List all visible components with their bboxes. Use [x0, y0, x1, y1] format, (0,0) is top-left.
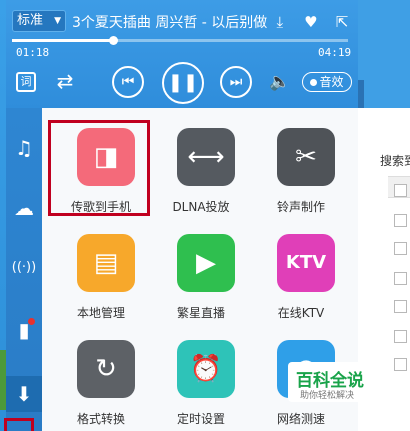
repeat-icon[interactable]: ⇄ — [52, 68, 78, 94]
annotation-highlight-box — [48, 120, 150, 216]
tool-local-manage[interactable]: ▤ 本地管理 — [52, 220, 150, 320]
previous-icon[interactable]: ⏮ — [112, 66, 144, 98]
pause-icon[interactable]: ❚❚ — [162, 62, 204, 104]
scissors-icon: ✂ — [277, 128, 335, 186]
player-header: 标准 ▼ 3个夏天插曲 周兴哲 - 以后别做 ⤓ ♥ ⇱ 01:18 04:19… — [6, 0, 358, 108]
folder-icon: ▤ — [77, 234, 135, 292]
row-checkbox[interactable] — [394, 330, 407, 343]
download-icon[interactable]: ⬇ — [6, 376, 42, 412]
progress-knob[interactable] — [108, 36, 118, 45]
device-icon[interactable]: ▮ — [6, 312, 42, 348]
quality-selector[interactable]: 标准 ▼ — [12, 10, 66, 32]
tool-format-convert[interactable]: ↻ 格式转换 — [52, 326, 150, 426]
sidebar: ♫ ☁ ((·)) ▮ ⬇ — [6, 108, 42, 431]
chevron-down-icon: ▼ — [54, 16, 61, 26]
row-checkbox[interactable] — [394, 214, 407, 227]
watermark-logo: 百科全说 助你轻松解决 — [288, 362, 388, 402]
live-play-icon: ▶ — [177, 234, 235, 292]
row-checkbox[interactable] — [394, 272, 407, 285]
notification-dot — [28, 318, 35, 325]
time-total: 04:19 — [318, 46, 352, 59]
row-checkbox[interactable] — [394, 358, 407, 371]
time-current: 01:18 — [16, 46, 50, 59]
download-song-icon[interactable]: ⤓ — [270, 13, 290, 33]
alarm-icon: ⏰ — [177, 340, 235, 398]
ktv-icon: KTV — [277, 234, 335, 292]
tool-ringtone[interactable]: ✂ 铃声制作 — [252, 114, 350, 214]
tool-timer[interactable]: ⏰ 定时设置 — [152, 326, 250, 426]
row-checkbox[interactable] — [394, 242, 407, 255]
tool-live[interactable]: ▶ 繁星直播 — [152, 220, 250, 320]
tool-dlna[interactable]: ⟷ DLNA投放 — [152, 114, 250, 214]
next-icon[interactable]: ⏭ — [220, 66, 252, 98]
share-icon[interactable]: ⇱ — [332, 13, 352, 33]
row-checkbox[interactable] — [394, 300, 407, 313]
radio-icon[interactable]: ((·)) — [6, 250, 42, 286]
progress-fill — [12, 39, 113, 42]
dlna-icon: ⟷ — [177, 128, 235, 186]
song-actions: ⤓ ♥ ⇱ — [264, 12, 352, 33]
quality-label: 标准 — [17, 13, 44, 28]
player-topbar: 标准 ▼ 3个夏天插曲 周兴哲 - 以后别做 ⤓ ♥ ⇱ — [12, 10, 352, 34]
tool-ktv[interactable]: KTV 在线KTV — [252, 220, 350, 320]
sound-effect-button[interactable]: 音效 — [302, 72, 352, 92]
progress-bar[interactable] — [12, 34, 348, 48]
heart-icon[interactable]: ♥ — [301, 13, 321, 33]
convert-icon: ↻ — [77, 340, 135, 398]
song-title: 3个夏天插曲 周兴哲 - 以后别做 — [72, 15, 268, 31]
playback-controls: 词 ⇄ ⏮ ❚❚ ⏭ 🔈 音效 — [6, 62, 358, 104]
cloud-icon[interactable]: ☁ — [6, 190, 42, 226]
lyrics-button[interactable]: 词 — [16, 72, 36, 92]
panel-handle[interactable] — [358, 80, 364, 108]
search-result-label: 搜索到 — [380, 154, 410, 168]
selection-highlight — [4, 418, 34, 431]
music-icon[interactable]: ♫ — [6, 130, 42, 166]
volume-icon[interactable]: 🔈 — [268, 70, 292, 94]
select-all-checkbox[interactable] — [394, 184, 407, 197]
